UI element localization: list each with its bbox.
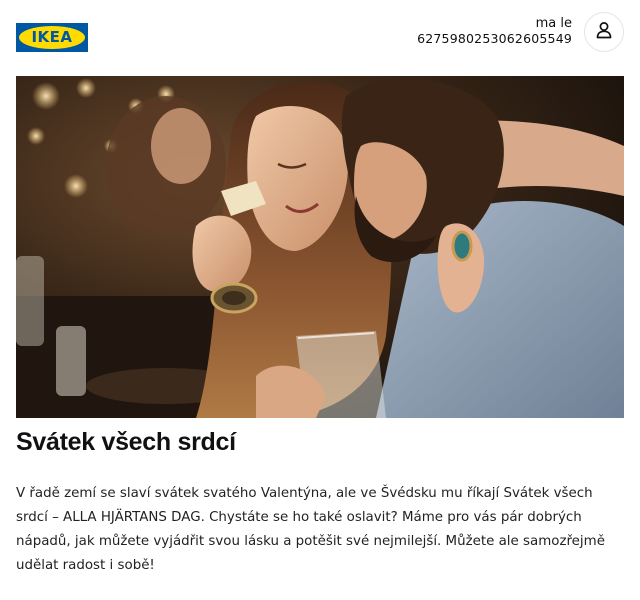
account-number: 6275980253062605549 bbox=[417, 31, 572, 46]
profile-button[interactable] bbox=[584, 12, 624, 52]
header: IKEA ma le 6275980253062605549 bbox=[0, 0, 640, 76]
logo-text: IKEA bbox=[31, 28, 73, 46]
person-icon bbox=[594, 20, 614, 45]
hero-image bbox=[16, 76, 624, 418]
article-title: Svátek všech srdcí bbox=[16, 428, 236, 456]
ikea-logo[interactable]: IKEA bbox=[16, 23, 88, 52]
article-body: V řadě zemí se slaví svátek svatého Vale… bbox=[16, 486, 605, 573]
account-name: ma le bbox=[535, 16, 572, 31]
account-info: ma le 6275980253062605549 bbox=[417, 16, 572, 46]
